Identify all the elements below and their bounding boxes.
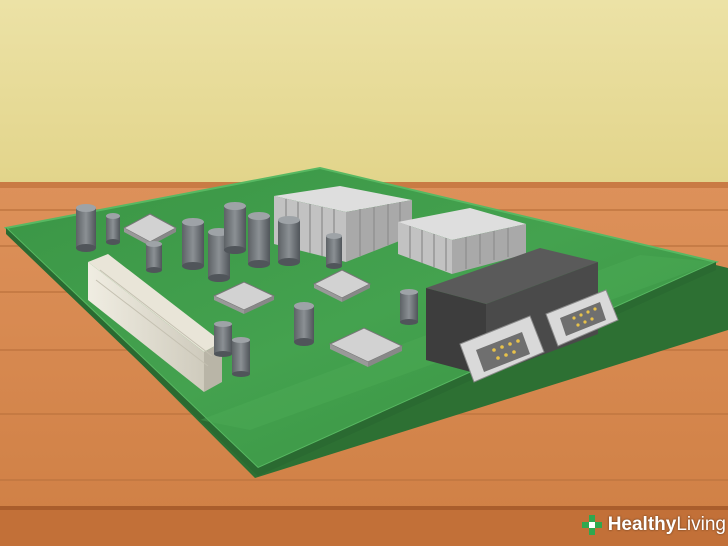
capacitor [146,241,162,273]
capacitor [182,218,204,270]
capacitor [248,212,270,268]
watermark: HealthyLiving [580,510,726,540]
watermark-brand: HealthyLiving [608,514,726,536]
capacitor [232,337,250,377]
capacitor [278,216,300,266]
capacitor [294,302,314,346]
capacitor [326,233,342,269]
capacitor [76,204,96,252]
capacitor [106,213,120,245]
wall [0,0,728,186]
capacitor [224,202,246,254]
capacitor [400,289,418,325]
capacitor [214,321,232,357]
green-cross-icon [581,515,602,535]
illustration-scene [0,0,728,546]
watermark-brand-light: Living [676,514,726,535]
watermark-brand-bold: Healthy [607,514,677,535]
